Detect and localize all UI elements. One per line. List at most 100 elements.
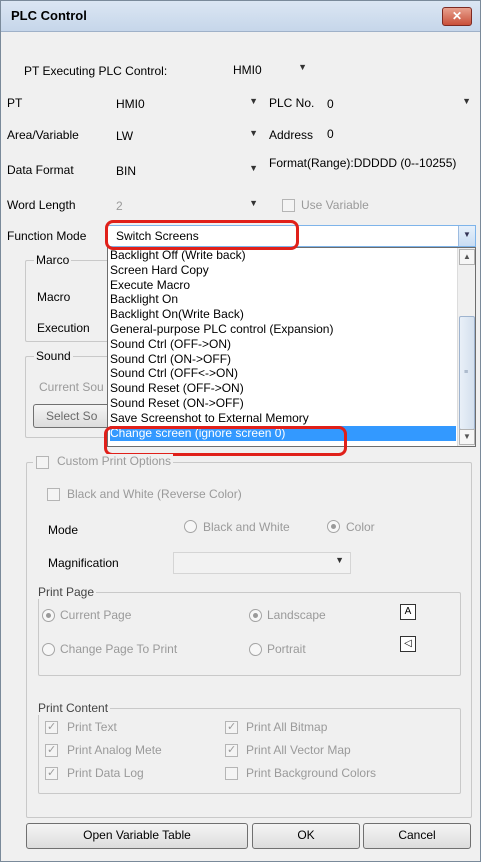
execution-label: Execution: [37, 321, 90, 335]
mode-label: Mode: [48, 523, 79, 537]
landscape-label: Landscape: [267, 608, 326, 622]
mode-bw-label: Black and White: [203, 520, 290, 534]
change-page-radio[interactable]: [42, 643, 55, 656]
portrait-label: Portrait: [267, 642, 306, 656]
pt-executing-value: HMI0: [233, 63, 262, 77]
pt-label: PT: [7, 96, 23, 110]
annotation-highlight-switch-screens: [105, 220, 299, 250]
change-page-label: Change Page To Print: [60, 642, 178, 656]
area-select[interactable]: LW ▼: [112, 126, 260, 146]
landscape-radio[interactable]: [249, 609, 262, 622]
print-bg-colors-checkbox[interactable]: [225, 767, 238, 780]
magnification-select[interactable]: ▼: [173, 552, 351, 574]
function-mode-dropdown-button[interactable]: ▼: [458, 226, 475, 246]
address-input[interactable]: 0: [323, 124, 473, 144]
print-analog-checkbox[interactable]: ✓: [45, 744, 58, 757]
current-sound-label: Current Sou: [39, 380, 104, 394]
open-variable-table-button[interactable]: Open Variable Table: [26, 823, 248, 849]
close-button[interactable]: ✕: [442, 7, 472, 26]
chevron-down-icon: ▼: [462, 96, 471, 106]
address-value: 0: [327, 127, 334, 141]
dropdown-option[interactable]: Sound Ctrl (ON->OFF): [110, 352, 456, 367]
landscape-icon: A: [400, 604, 416, 620]
magnification-label: Magnification: [48, 556, 119, 570]
data-format-label: Data Format: [7, 163, 74, 177]
dropdown-scrollbar[interactable]: ▲ ≡ ▼: [457, 248, 475, 446]
scroll-down-icon[interactable]: ▼: [459, 429, 475, 445]
dropdown-option[interactable]: Screen Hard Copy: [110, 263, 456, 278]
dropdown-option[interactable]: Backlight On(Write Back): [110, 307, 456, 322]
radio-selected-dot: [253, 613, 258, 618]
word-length-select[interactable]: 2 ▼: [112, 196, 260, 216]
print-bitmap-checkbox[interactable]: ✓: [225, 721, 238, 734]
dropdown-option[interactable]: Sound Reset (ON->OFF): [110, 396, 456, 411]
dropdown-option[interactable]: Backlight Off (Write back): [110, 248, 456, 263]
function-mode-label: Function Mode: [7, 229, 87, 243]
print-analog-label: Print Analog Mete: [67, 743, 162, 757]
black-white-reverse-label: Black and White (Reverse Color): [67, 487, 242, 501]
scroll-up-icon[interactable]: ▲: [459, 249, 475, 265]
word-length-value: 2: [116, 199, 123, 213]
title-bar[interactable]: PLC Control ✕: [1, 1, 480, 32]
word-length-label: Word Length: [7, 198, 76, 212]
use-variable-checkbox[interactable]: [282, 199, 295, 212]
radio-selected-dot: [331, 524, 336, 529]
print-datalog-checkbox[interactable]: ✓: [45, 767, 58, 780]
dropdown-option[interactable]: General-purpose PLC control (Expansion): [110, 322, 456, 337]
chevron-down-icon: ▼: [463, 230, 471, 239]
custom-print-options-checkbox[interactable]: [36, 456, 49, 469]
use-variable-label: Use Variable: [301, 198, 369, 212]
cancel-button[interactable]: Cancel: [363, 823, 471, 849]
print-page-title: Print Page: [36, 585, 97, 599]
plc-no-label: PLC No.: [269, 96, 315, 110]
data-format-value: BIN: [116, 164, 137, 178]
mode-color-label: Color: [346, 520, 375, 534]
area-value: LW: [116, 129, 134, 143]
check-icon: ✓: [227, 721, 237, 733]
scroll-thumb[interactable]: ≡: [459, 316, 475, 430]
print-datalog-label: Print Data Log: [67, 766, 144, 780]
function-mode-dropdown-list[interactable]: Backlight Off (Write back) Screen Hard Co…: [107, 247, 476, 447]
dropdown-option[interactable]: Execute Macro: [110, 278, 456, 293]
print-vector-label: Print All Vector Map: [246, 743, 351, 757]
address-label: Address: [269, 128, 314, 142]
print-bg-colors-label: Print Background Colors: [246, 766, 377, 780]
pt-executing-label: PT Executing PLC Control:: [24, 64, 168, 78]
print-text-checkbox[interactable]: ✓: [45, 721, 58, 734]
ok-button[interactable]: OK: [252, 823, 360, 849]
print-page-group: Print Page: [36, 585, 461, 676]
plc-control-dialog: PLC Control ✕ PT Executing PLC Control: …: [0, 0, 481, 862]
portrait-icon: ◁: [400, 636, 416, 652]
mode-bw-radio[interactable]: [184, 520, 197, 533]
pt-executing-select[interactable]: HMI0 ▼: [229, 60, 315, 80]
annotation-highlight-change-screen: [104, 426, 347, 456]
chevron-down-icon: ▼: [249, 163, 258, 173]
macro-label: Macro: [37, 290, 71, 304]
radio-selected-dot: [46, 613, 51, 618]
current-page-radio[interactable]: [42, 609, 55, 622]
dropdown-option[interactable]: Backlight On: [110, 292, 456, 307]
window-title: PLC Control: [11, 8, 87, 23]
check-icon: ✓: [47, 767, 57, 779]
chevron-down-icon: ▼: [249, 128, 258, 138]
check-icon: ✓: [47, 744, 57, 756]
pt-select[interactable]: HMI0 ▼: [112, 94, 260, 114]
mode-color-radio[interactable]: [327, 520, 340, 533]
plc-no-value: 0: [327, 97, 334, 111]
plc-no-select[interactable]: 0 ▼: [323, 94, 473, 114]
portrait-radio[interactable]: [249, 643, 262, 656]
pt-value: HMI0: [116, 97, 145, 111]
current-page-label: Current Page: [60, 608, 132, 622]
print-vector-checkbox[interactable]: ✓: [225, 744, 238, 757]
dropdown-option[interactable]: Sound Ctrl (OFF->ON): [110, 337, 456, 352]
select-sound-button[interactable]: Select So: [33, 404, 113, 428]
macro-group-title: Marco: [34, 253, 72, 267]
dropdown-option[interactable]: Sound Reset (OFF->ON): [110, 381, 456, 396]
dropdown-option[interactable]: Save Screenshot to External Memory: [110, 411, 456, 426]
black-white-reverse-checkbox[interactable]: [47, 488, 60, 501]
chevron-down-icon: ▼: [298, 62, 307, 72]
dropdown-option[interactable]: Sound Ctrl (OFF<->ON): [110, 366, 456, 381]
data-format-select[interactable]: BIN ▼: [112, 161, 260, 181]
grip-icon: ≡: [464, 369, 469, 376]
print-bitmap-label: Print All Bitmap: [246, 720, 328, 734]
